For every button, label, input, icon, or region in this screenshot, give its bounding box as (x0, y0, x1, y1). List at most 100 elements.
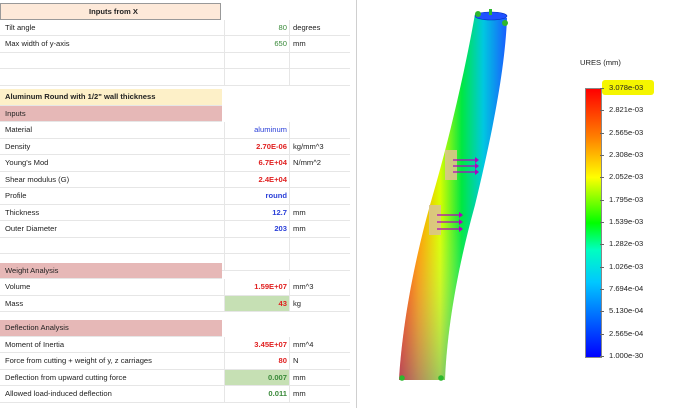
label: Moment of Inertia (5, 339, 65, 349)
label: Thickness (5, 207, 40, 217)
label: Material (5, 125, 33, 134)
label: Outer Diameter (5, 224, 57, 233)
unit: kg/mm^3 (293, 141, 324, 151)
row-max-width[interactable]: Max width of y-axis 650 mm (0, 36, 350, 53)
row-material[interactable]: Material aluminum (0, 122, 350, 139)
row-youngs-mod[interactable]: Young's Mod 6.7E+04 N/mm^2 (0, 155, 350, 172)
row-tilt-angle[interactable]: Tilt angle 80 degrees (0, 19, 350, 36)
legend-label: 1.026e-03 (609, 261, 644, 271)
value[interactable]: 43 (224, 295, 290, 311)
legend-title: URES (mm) (580, 58, 621, 67)
weight-header-row: Weight Analysis (0, 262, 222, 279)
legend-tick (600, 289, 604, 290)
value[interactable]: 0.011 (224, 386, 290, 402)
value[interactable]: 80 (224, 19, 290, 35)
row-force[interactable]: Force from cutting + weight of y, z carr… (0, 353, 350, 370)
label: Young's Mod (5, 158, 49, 167)
legend-tick (600, 88, 604, 89)
inputs-from-x-header: Inputs from X (0, 3, 221, 20)
legend-tick (600, 132, 604, 134)
row-profile[interactable]: Profile round (0, 188, 350, 205)
row-outer-diameter[interactable]: Outer Diameter 203 mm (0, 221, 350, 238)
value[interactable]: 203 (224, 221, 290, 237)
legend-label: 1.000e-30 (609, 351, 644, 360)
label: Shear modulus (G) (5, 174, 70, 184)
label: Mass (5, 298, 24, 308)
legend-label: 1.539e-03 (609, 217, 644, 226)
unit: kg (293, 298, 302, 308)
label: Volume (5, 282, 31, 291)
empty-row[interactable] (0, 237, 350, 254)
label: Max width of y-axis (5, 39, 70, 48)
legend-tick (600, 199, 604, 201)
legend-tick (600, 222, 604, 223)
row-allowed-deflection[interactable]: Allowed load-induced deflection 0.011 mm (0, 386, 350, 403)
value[interactable]: aluminum (224, 122, 290, 138)
fea-result-view[interactable] (357, 0, 683, 408)
row-thickness[interactable]: Thickness 12.7 mm (0, 204, 350, 221)
value[interactable]: round (224, 188, 290, 204)
inputs-header: Inputs (5, 108, 26, 118)
value[interactable]: 80 (224, 353, 290, 369)
unit: mm^4 (293, 339, 314, 349)
tube-shading (399, 14, 507, 380)
value[interactable]: 1.59E+07 (224, 279, 290, 295)
unit: N/mm^2 (293, 158, 322, 167)
legend-tick (600, 333, 604, 335)
inputs-header-row: Inputs (0, 105, 222, 122)
legend-tick (600, 110, 604, 112)
legend-label: 2.565e-03 (609, 127, 644, 137)
legend-tick (600, 266, 604, 268)
color-scale-bar (585, 88, 602, 358)
unit: mm (293, 39, 306, 48)
value[interactable]: 6.7E+04 (224, 155, 290, 171)
deflection-header-row: Deflection Analysis (0, 320, 222, 337)
label: Allowed load-induced deflection (5, 389, 112, 398)
row-deflection[interactable]: Deflection from upward cutting force 0.0… (0, 369, 350, 386)
row-shear-modulus[interactable]: Shear modulus (G) 2.4E+04 (0, 171, 350, 188)
sheet-title: Inputs from X (89, 7, 138, 16)
value[interactable]: 650 (224, 36, 290, 52)
value[interactable]: 12.7 (224, 204, 290, 220)
unit: mm (293, 224, 306, 233)
legend-label: 2.821e-03 (609, 105, 644, 115)
unit: mm (293, 389, 306, 398)
section-title-row: Aluminum Round with 1/2" wall thickness (0, 89, 222, 106)
unit: mm (293, 207, 306, 217)
row-mass[interactable]: Mass 43 kg (0, 295, 350, 312)
legend-label: 1.282e-03 (609, 239, 644, 249)
legend-label: 2.565e-04 (609, 328, 644, 338)
legend-tick (600, 244, 604, 246)
spreadsheet-panel: Inputs from X Tilt angle 80 degrees Max … (0, 0, 357, 408)
row-moment-inertia[interactable]: Moment of Inertia 3.45E+07 mm^4 (0, 336, 350, 353)
weight-analysis-header: Weight Analysis (5, 265, 59, 275)
value[interactable]: 2.4E+04 (224, 171, 290, 187)
label: Force from cutting + weight of y, z carr… (5, 356, 152, 365)
legend-label: 3.078e-03 (609, 83, 644, 92)
value[interactable]: 3.45E+07 (224, 336, 290, 352)
legend-label: 2.052e-03 (609, 172, 644, 182)
legend-tick (600, 311, 604, 313)
label: Tilt angle (5, 22, 36, 32)
legend-label: 5.130e-04 (609, 306, 644, 316)
tube-deformation-plot[interactable] (357, 0, 683, 408)
label: Profile (5, 191, 27, 200)
legend-label: 2.308e-03 (609, 150, 644, 159)
legend-tick (600, 356, 604, 357)
label: Density (5, 141, 31, 151)
empty-row[interactable] (0, 52, 350, 69)
deflection-analysis-header: Deflection Analysis (5, 323, 69, 332)
label: Deflection from upward cutting force (5, 372, 127, 382)
row-volume[interactable]: Volume 1.59E+07 mm^3 (0, 279, 350, 296)
unit: mm^3 (293, 282, 314, 291)
legend-tick (600, 177, 604, 179)
unit: N (293, 356, 299, 365)
value[interactable]: 0.007 (224, 369, 290, 385)
empty-row[interactable] (0, 69, 350, 86)
unit: mm (293, 372, 306, 382)
legend-label: 1.795e-03 (609, 194, 644, 204)
row-density[interactable]: Density 2.70E-06 kg/mm^3 (0, 138, 350, 155)
value[interactable]: 2.70E-06 (224, 138, 290, 154)
section-title: Aluminum Round with 1/2" wall thickness (5, 92, 156, 101)
